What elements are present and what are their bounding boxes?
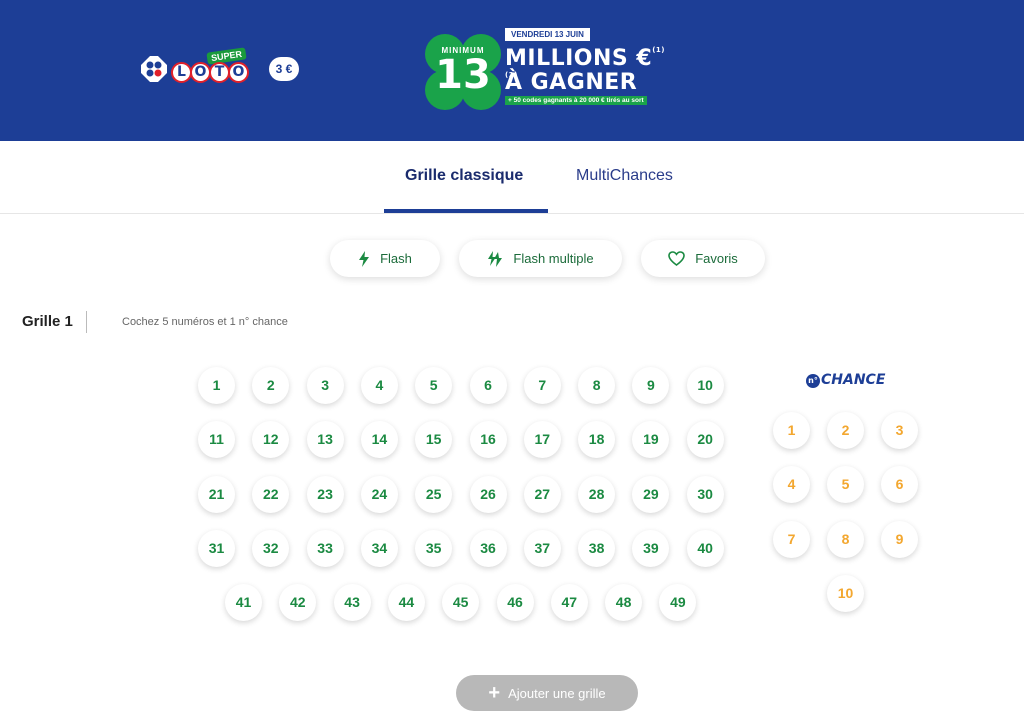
number-ball-32[interactable]: 32 xyxy=(252,529,290,567)
number-ball-16[interactable]: 16 xyxy=(469,421,507,459)
number-ball-35[interactable]: 35 xyxy=(415,529,453,567)
loto-letters: L O T O xyxy=(171,62,249,83)
number-ball-24[interactable]: 24 xyxy=(360,475,398,513)
promo-subheadline: À GAGNER xyxy=(505,70,638,95)
plus-icon: + xyxy=(488,682,501,704)
number-ball-9[interactable]: 9 xyxy=(632,367,670,404)
number-ball-3[interactable]: 3 xyxy=(306,367,344,404)
favoris-button[interactable]: Favoris xyxy=(641,240,765,277)
fdj-clover-logo-icon xyxy=(141,56,167,82)
add-grid-label: Ajouter une grille xyxy=(508,685,606,701)
tab-grille-classique[interactable]: Grille classique xyxy=(405,167,523,185)
number-ball-30[interactable]: 30 xyxy=(686,475,724,513)
super-loto-brand[interactable]: SUPER L O T O 3 € xyxy=(141,47,299,88)
quick-pick-tools: Flash Flash multiple Favoris xyxy=(0,240,1024,280)
chance-ball-3[interactable]: 3 xyxy=(881,412,918,449)
number-ball-4[interactable]: 4 xyxy=(360,367,398,404)
number-ball-47[interactable]: 47 xyxy=(550,584,588,622)
promo-date: VENDREDI 13 JUIN xyxy=(505,28,590,41)
number-ball-10[interactable]: 10 xyxy=(686,367,724,404)
number-ball-1[interactable]: 1 xyxy=(198,367,235,404)
flash-multiple-label: Flash multiple xyxy=(513,251,594,266)
loto-letter: O xyxy=(228,62,249,83)
chance-ball-9[interactable]: 9 xyxy=(881,520,918,558)
add-grid-button[interactable]: + Ajouter une grille xyxy=(456,675,638,711)
number-ball-19[interactable]: 19 xyxy=(632,421,670,459)
number-ball-23[interactable]: 23 xyxy=(306,475,344,513)
chance-ball-6[interactable]: 6 xyxy=(881,466,918,504)
active-tab-indicator xyxy=(384,209,548,213)
number-ball-13[interactable]: 13 xyxy=(306,421,344,459)
number-ball-6[interactable]: 6 xyxy=(469,367,507,404)
number-ball-33[interactable]: 33 xyxy=(306,529,344,567)
number-ball-36[interactable]: 36 xyxy=(469,529,507,567)
promo-subline: + 50 codes gagnants à 20 000 € tirés au … xyxy=(505,96,647,105)
number-ball-43[interactable]: 43 xyxy=(333,584,371,622)
number-ball-49[interactable]: 49 xyxy=(659,584,697,622)
number-ball-48[interactable]: 48 xyxy=(605,584,643,622)
number-ball-20[interactable]: 20 xyxy=(686,421,724,459)
chance-ball-1[interactable]: 1 xyxy=(773,412,810,449)
number-ball-12[interactable]: 12 xyxy=(252,421,290,459)
favoris-label: Favoris xyxy=(695,251,738,266)
flash-multiple-button[interactable]: Flash multiple xyxy=(459,240,622,277)
chance-logo: n° CHANCE xyxy=(806,372,885,388)
chance-ball-5[interactable]: 5 xyxy=(827,466,864,504)
loto-letter: T xyxy=(209,62,230,83)
number-ball-2[interactable]: 2 xyxy=(252,367,290,404)
number-ball-28[interactable]: 28 xyxy=(578,475,616,513)
number-ball-37[interactable]: 37 xyxy=(523,529,561,567)
number-ball-27[interactable]: 27 xyxy=(523,475,561,513)
number-ball-11[interactable]: 11 xyxy=(198,421,235,459)
tab-multichances[interactable]: MultiChances xyxy=(576,167,673,185)
number-ball-39[interactable]: 39 xyxy=(632,529,670,567)
grid-title: Grille 1 xyxy=(22,313,73,330)
chance-ball-7[interactable]: 7 xyxy=(773,520,810,558)
loto-letter: O xyxy=(190,62,211,83)
number-ball-21[interactable]: 21 xyxy=(198,475,235,513)
heart-icon xyxy=(668,251,685,266)
jackpot-amount: 13 xyxy=(435,52,491,98)
lightning-icon xyxy=(359,250,370,267)
number-ball-45[interactable]: 45 xyxy=(442,584,480,622)
number-ball-15[interactable]: 15 xyxy=(415,421,453,459)
flash-button[interactable]: Flash xyxy=(330,240,440,277)
clover-icon: MINIMUM 13 xyxy=(425,34,501,110)
number-ball-26[interactable]: 26 xyxy=(469,475,507,513)
number-ball-42[interactable]: 42 xyxy=(279,584,317,622)
header-banner: SUPER L O T O 3 € MINIMUM 13 VENDREDI 13… xyxy=(0,0,1024,141)
number-ball-29[interactable]: 29 xyxy=(632,475,670,513)
number-ball-14[interactable]: 14 xyxy=(360,421,398,459)
chance-ball-8[interactable]: 8 xyxy=(827,520,864,558)
chance-ball-4[interactable]: 4 xyxy=(773,466,810,504)
number-ball-44[interactable]: 44 xyxy=(387,584,425,622)
number-ball-22[interactable]: 22 xyxy=(252,475,290,513)
number-ball-41[interactable]: 41 xyxy=(225,584,262,622)
grid-mode-tabs: Grille classique MultiChances xyxy=(0,141,1024,214)
grid-title-divider xyxy=(86,311,87,333)
chance-ball-10[interactable]: 10 xyxy=(827,574,864,612)
chance-prefix: n° xyxy=(806,374,820,388)
double-lightning-icon xyxy=(488,250,503,267)
number-ball-25[interactable]: 25 xyxy=(415,475,453,513)
price-badge: 3 € xyxy=(269,57,299,81)
number-ball-34[interactable]: 34 xyxy=(360,529,398,567)
number-ball-8[interactable]: 8 xyxy=(578,367,616,404)
number-ball-31[interactable]: 31 xyxy=(198,529,235,567)
loto-letter: L xyxy=(171,62,192,83)
super-loto-logo: SUPER L O T O xyxy=(171,47,253,88)
jackpot-promo: MINIMUM 13 VENDREDI 13 JUIN MILLIONS €(1… xyxy=(425,28,675,110)
number-ball-38[interactable]: 38 xyxy=(578,529,616,567)
grid-instructions: Cochez 5 numéros et 1 n° chance xyxy=(122,316,288,328)
number-ball-5[interactable]: 5 xyxy=(415,367,453,404)
chance-label: CHANCE xyxy=(821,372,886,388)
number-ball-40[interactable]: 40 xyxy=(686,529,724,567)
number-ball-17[interactable]: 17 xyxy=(523,421,561,459)
number-ball-46[interactable]: 46 xyxy=(496,584,534,622)
number-ball-7[interactable]: 7 xyxy=(523,367,561,404)
chance-ball-2[interactable]: 2 xyxy=(827,412,864,449)
flash-label: Flash xyxy=(380,251,412,266)
number-ball-18[interactable]: 18 xyxy=(578,421,616,459)
